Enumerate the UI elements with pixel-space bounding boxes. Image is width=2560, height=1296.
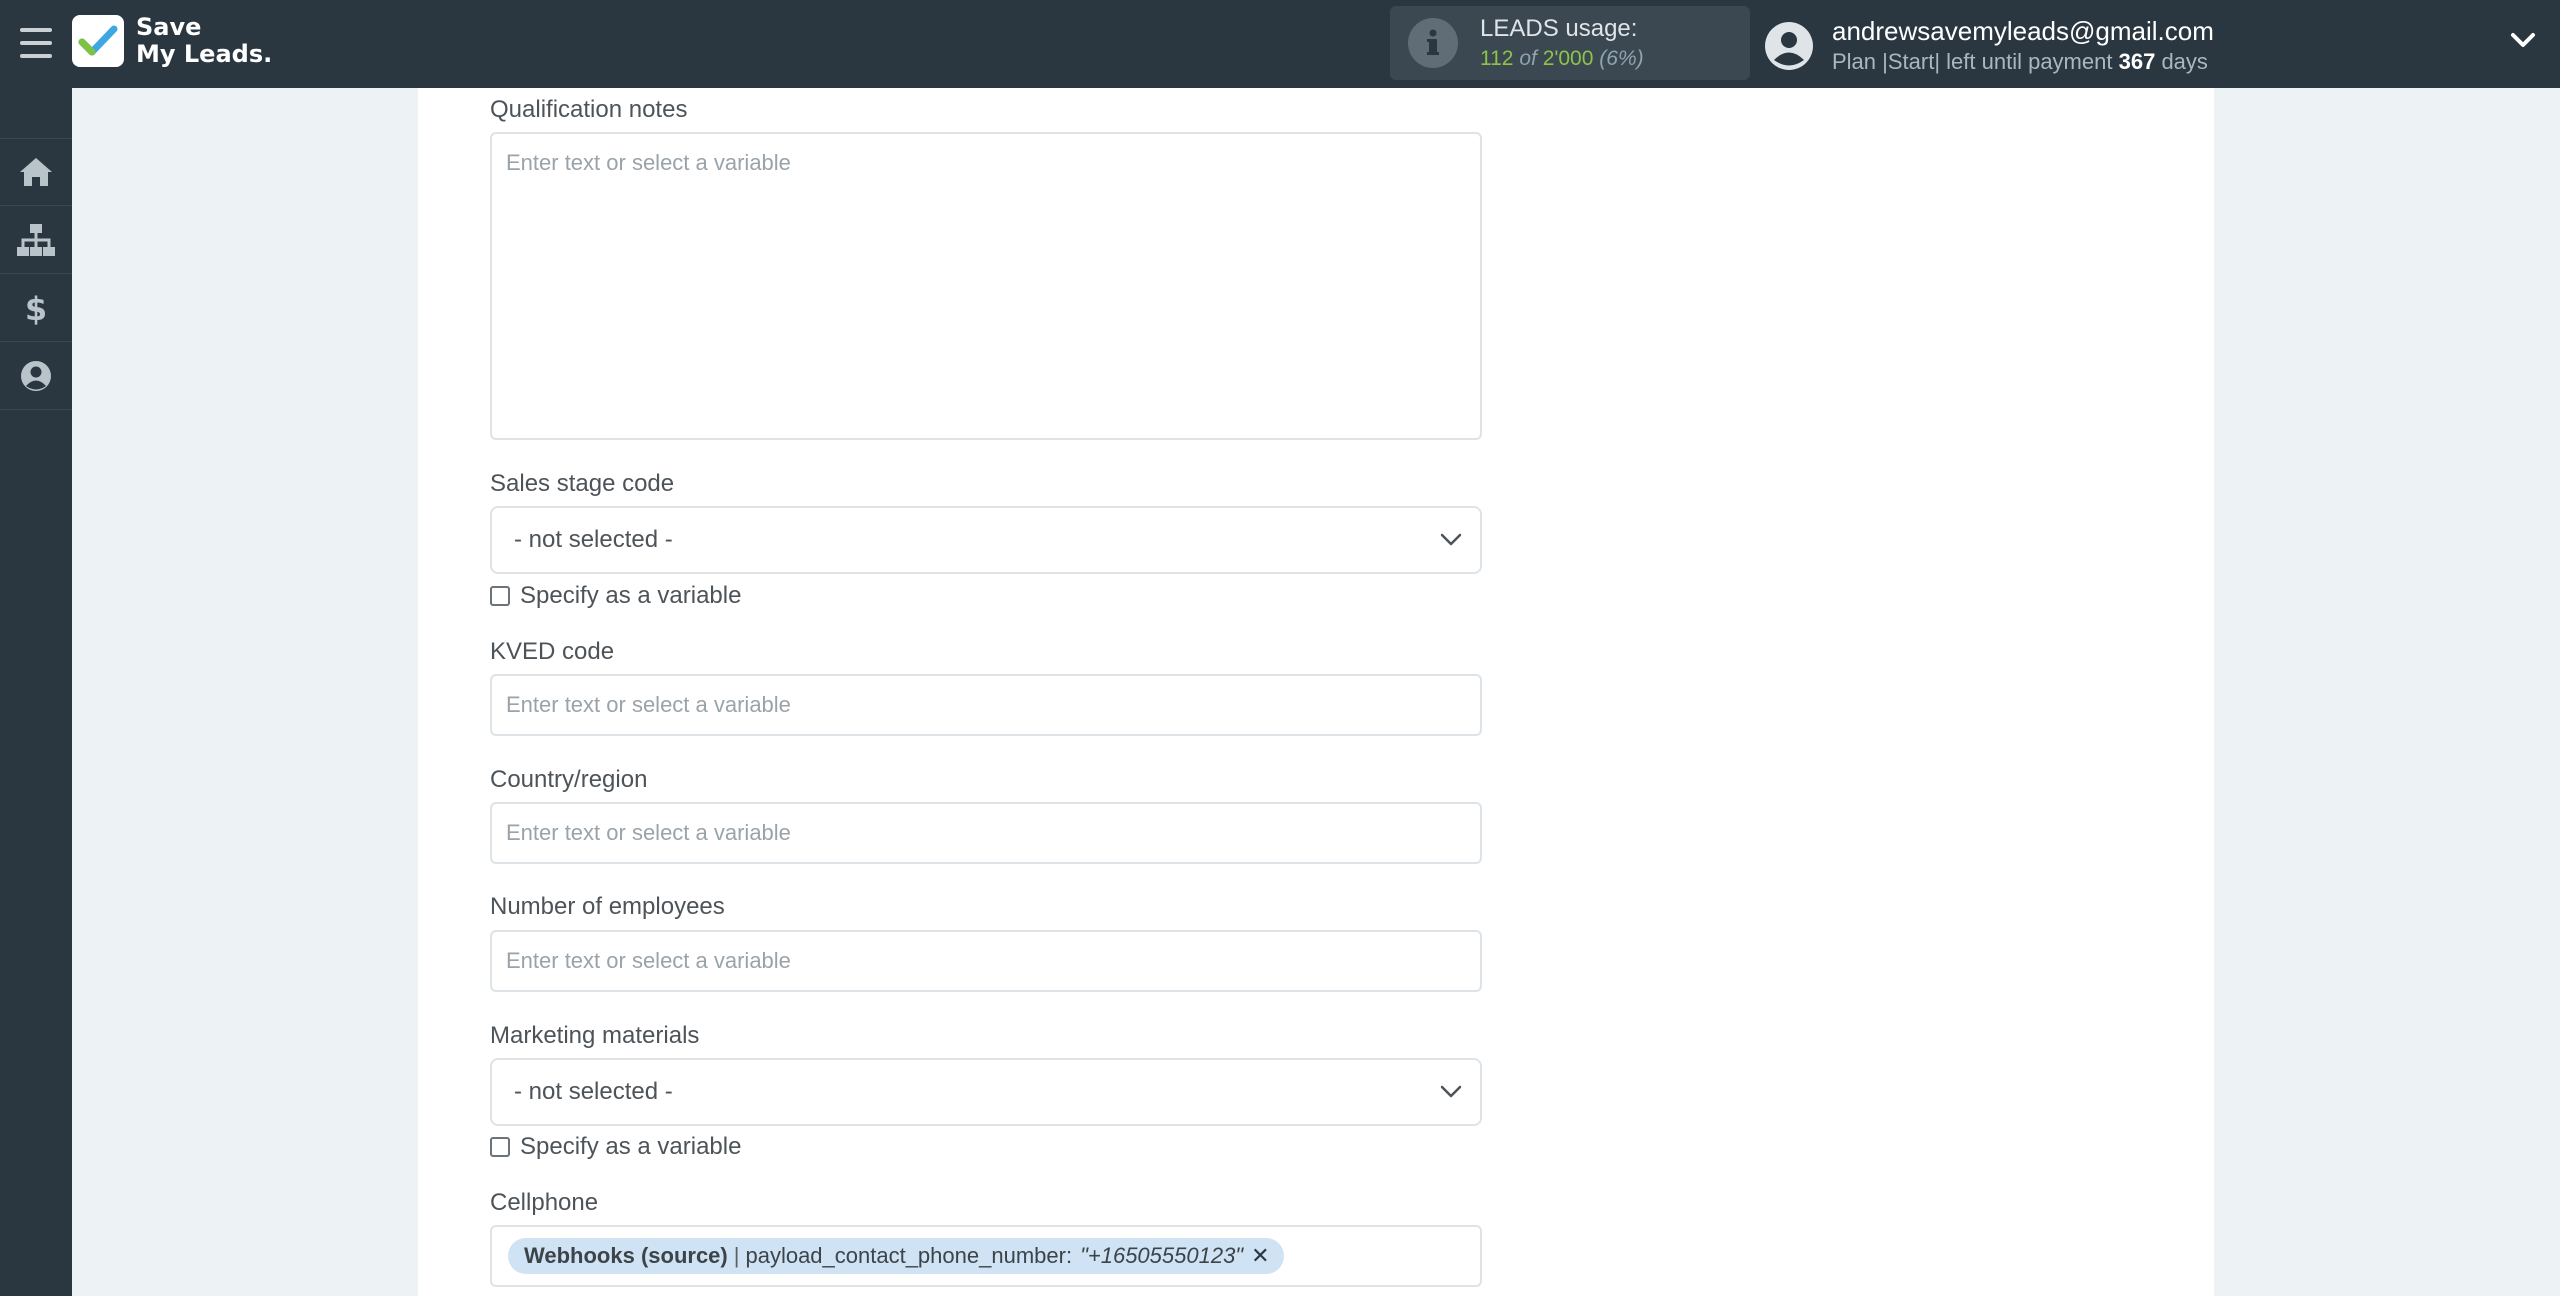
info-icon xyxy=(1408,18,1458,68)
qualification-notes-label: Qualification notes xyxy=(490,96,688,123)
kved-code-placeholder: Enter text or select a variable xyxy=(506,692,791,717)
sales-stage-code-checkbox[interactable] xyxy=(490,586,510,606)
tag-value: "+16505550123" xyxy=(1080,1243,1244,1268)
avatar-icon xyxy=(1764,21,1814,71)
content-card: Qualification notes Enter text or select… xyxy=(418,88,2214,1296)
chevron-down-icon xyxy=(1440,1085,1462,1098)
sidebar-item-account[interactable] xyxy=(0,342,72,410)
sales-stage-code-select[interactable]: - not selected - xyxy=(490,506,1482,574)
account-menu[interactable]: andrewsavemyleads@gmail.com Plan |Start|… xyxy=(1764,16,2214,75)
sales-stage-code-value: - not selected - xyxy=(514,526,673,553)
tag-source: Webhooks (source) xyxy=(524,1243,728,1268)
marketing-materials-checkbox[interactable] xyxy=(490,1137,510,1157)
country-region-placeholder: Enter text or select a variable xyxy=(506,820,791,845)
variable-tag[interactable]: Webhooks (source) | payload_contact_phon… xyxy=(508,1238,1284,1274)
logo-check-icon xyxy=(72,15,124,67)
marketing-materials-label: Marketing materials xyxy=(490,1022,700,1049)
qualification-notes-placeholder: Enter text or select a variable xyxy=(506,150,791,175)
sitemap-icon xyxy=(17,223,55,256)
sidebar-item-home[interactable] xyxy=(0,138,72,206)
number-of-employees-input[interactable]: Enter text or select a variable xyxy=(490,930,1482,992)
logo-text: Save My Leads. xyxy=(136,13,273,68)
dollar-icon: $ xyxy=(25,290,47,326)
menu-icon[interactable] xyxy=(20,28,52,58)
qualification-notes-input[interactable]: Enter text or select a variable xyxy=(490,132,1482,440)
chevron-down-icon xyxy=(1440,533,1462,546)
tag-separator: | xyxy=(733,1243,740,1268)
sidebar-item-connections[interactable] xyxy=(0,206,72,274)
kved-code-label: KVED code xyxy=(490,638,615,665)
user-circle-icon xyxy=(21,360,51,391)
account-plan: Plan |Start| left until payment 367 days xyxy=(1832,49,2208,74)
svg-text:$: $ xyxy=(25,290,47,326)
usage-title: LEADS usage: xyxy=(1480,15,1638,42)
number-of-employees-placeholder: Enter text or select a variable xyxy=(506,948,791,973)
remove-tag-icon[interactable]: ✕ xyxy=(1251,1243,1269,1269)
sales-stage-code-checkbox-label: Specify as a variable xyxy=(520,582,742,609)
cellphone-input[interactable]: Webhooks (source) | payload_contact_phon… xyxy=(490,1225,1482,1287)
kved-code-input[interactable]: Enter text or select a variable xyxy=(490,674,1482,736)
usage-values: 112 of 2'000 (6%) xyxy=(1480,47,1644,70)
marketing-materials-select[interactable]: - not selected - xyxy=(490,1058,1482,1126)
sales-stage-code-variable-toggle[interactable]: Specify as a variable xyxy=(490,582,741,610)
cellphone-label: Cellphone xyxy=(490,1189,599,1216)
country-region-input[interactable]: Enter text or select a variable xyxy=(490,802,1482,864)
sales-stage-code-label: Sales stage code xyxy=(490,470,675,497)
number-of-employees-label: Number of employees xyxy=(490,893,725,920)
tag-field: payload_contact_phone_number: xyxy=(745,1243,1073,1268)
chevron-down-icon[interactable] xyxy=(2510,30,2536,55)
home-icon xyxy=(20,158,52,186)
top-bar: Save My Leads. LEADS usage: 112 of 2'000… xyxy=(0,0,2560,88)
marketing-materials-value: - not selected - xyxy=(514,1078,673,1105)
left-sidebar: $ xyxy=(0,88,72,1296)
account-email: andrewsavemyleads@gmail.com xyxy=(1832,16,2214,46)
logo[interactable]: Save My Leads. xyxy=(72,14,272,68)
leads-usage-panel[interactable]: LEADS usage: 112 of 2'000 (6%) xyxy=(1390,6,1750,80)
marketing-materials-checkbox-label: Specify as a variable xyxy=(520,1133,742,1160)
sidebar-item-billing[interactable]: $ xyxy=(0,274,72,342)
country-region-label: Country/region xyxy=(490,766,648,793)
marketing-materials-variable-toggle[interactable]: Specify as a variable xyxy=(490,1133,741,1161)
